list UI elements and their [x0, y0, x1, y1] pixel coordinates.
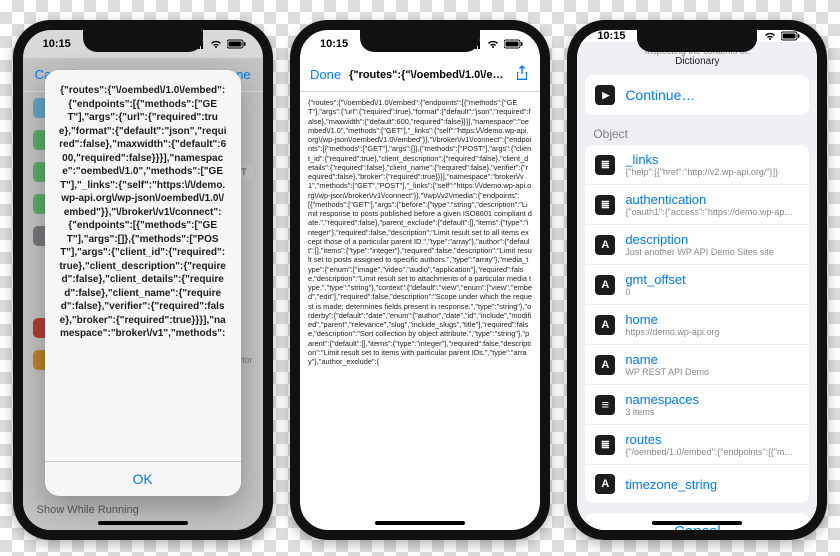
doc-title: {"routes":{"\/oembed\/1.0\/e…	[349, 69, 506, 81]
device-3: 10:15 Inspecting the contents of: Dictio…	[567, 20, 827, 540]
array-icon	[595, 395, 615, 415]
notch	[360, 30, 480, 52]
dictionary-icon	[595, 195, 615, 215]
object-row-namespaces[interactable]: namespaces3 items	[585, 385, 809, 425]
object-key: routes	[625, 432, 795, 447]
wifi-icon	[486, 39, 500, 49]
status-time: 10:15	[597, 30, 625, 42]
battery-icon	[781, 31, 801, 41]
object-row-name[interactable]: nameWP REST API Demo	[585, 345, 809, 385]
alert-dialog: {"routes":{"\/oembed\/1.0\/embed":{"endp…	[45, 70, 241, 496]
object-row-description[interactable]: descriptionJust another WP API Demo Site…	[585, 225, 809, 265]
object-row-timezone_string[interactable]: timezone_string	[585, 465, 809, 503]
dictionary-icon	[595, 155, 615, 175]
object-key: gmt_offset	[625, 272, 685, 287]
object-row-routes[interactable]: routes{"/oembed/1.0/embed":{"endpoints":…	[585, 425, 809, 465]
notch	[637, 30, 757, 52]
object-key: authentication	[625, 192, 795, 207]
object-key: home	[625, 312, 719, 327]
home-indicator[interactable]	[652, 521, 742, 525]
text-icon	[595, 355, 615, 375]
alert-ok-button[interactable]: OK	[45, 461, 241, 496]
object-value: 3 items	[625, 407, 699, 417]
object-key: name	[625, 352, 709, 367]
object-row-authentication[interactable]: authentication{"oauth1":{"access":"https…	[585, 185, 809, 225]
object-value: Just another WP API Demo Sites site	[625, 247, 773, 257]
device-1: 10:15 URL Advanced MethodGET Headers Sho…	[13, 20, 273, 540]
text-icon	[595, 315, 615, 335]
continue-button[interactable]: Continue…	[585, 75, 809, 115]
done-button[interactable]: Done	[310, 67, 341, 82]
doc-header: Done {"routes":{"\/oembed\/1.0\/e…	[300, 58, 540, 92]
object-key: _links	[625, 152, 778, 167]
text-icon	[595, 474, 615, 494]
object-value: https://demo.wp-api.org	[625, 327, 719, 337]
status-time: 10:15	[320, 38, 348, 50]
play-icon	[595, 85, 615, 105]
show-while-running-label: Show While Running	[23, 500, 263, 520]
home-indicator[interactable]	[375, 521, 465, 525]
object-value: {"help":[{"href":"http://v2.wp-api.org/"…	[625, 167, 778, 177]
wifi-icon	[763, 31, 777, 41]
object-key: timezone_string	[625, 477, 717, 492]
object-value: {"oauth1":{"access":"https://demo.wp-api…	[625, 207, 795, 217]
doc-body[interactable]: {"routes":{"\/oembed\/1.0\/embed":{"endp…	[300, 92, 540, 530]
home-indicator[interactable]	[98, 521, 188, 525]
object-value: {"/oembed/1.0/embed":{"endpoints":[{"met…	[625, 447, 795, 457]
battery-icon	[504, 39, 524, 49]
object-row-gmt_offset[interactable]: gmt_offset0	[585, 265, 809, 305]
object-key: namespaces	[625, 392, 699, 407]
object-row-_links[interactable]: _links{"help":[{"href":"http://v2.wp-api…	[585, 145, 809, 185]
object-list[interactable]: _links{"help":[{"href":"http://v2.wp-api…	[585, 145, 809, 503]
section-header-object: Object	[577, 115, 817, 145]
notch	[83, 30, 203, 52]
object-key: description	[625, 232, 773, 247]
text-icon	[595, 275, 615, 295]
alert-message: {"routes":{"\/oembed\/1.0\/embed":{"endp…	[45, 70, 241, 461]
device-2: 10:15 Done {"routes":{"\/oembed\/1.0\/e……	[290, 20, 550, 540]
share-icon	[514, 64, 530, 82]
text-icon	[595, 235, 615, 255]
object-value: WP REST API Demo	[625, 367, 709, 377]
object-row-home[interactable]: homehttps://demo.wp-api.org	[585, 305, 809, 345]
share-button[interactable]	[514, 64, 530, 85]
object-value: 0	[625, 287, 685, 297]
continue-label: Continue…	[625, 87, 695, 103]
dictionary-icon	[595, 435, 615, 455]
